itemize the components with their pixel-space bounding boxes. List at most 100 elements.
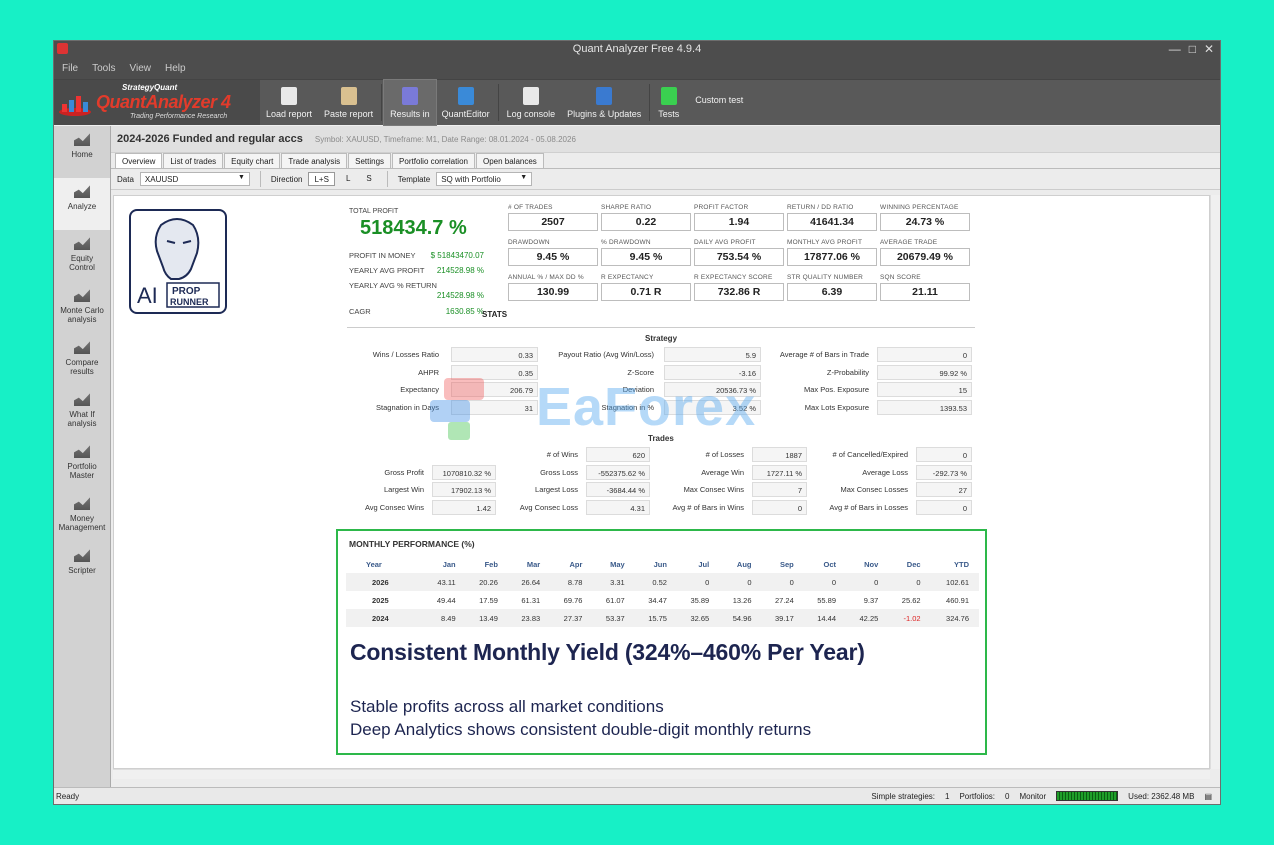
trade-value: 7 <box>752 482 807 497</box>
monthly-value: 15.75 <box>634 609 677 627</box>
kpi-winning-percentage: WINNING PERCENTAGE 24.73 % <box>880 204 970 231</box>
console-icon <box>522 87 539 105</box>
tab-overview[interactable]: Overview <box>115 153 163 168</box>
sidebar-item-money-management[interactable]: Money Management <box>54 490 110 542</box>
stat-value: 206.79 <box>451 382 538 397</box>
menu-file[interactable]: File <box>62 63 78 74</box>
sidebar-item-label: Portfolio Master <box>67 462 97 480</box>
tab-list-of-trades[interactable]: List of trades <box>163 153 224 168</box>
template-label: Template <box>397 174 431 184</box>
direction-s-button[interactable]: S <box>361 172 376 186</box>
horizontal-scrollbar[interactable] <box>113 769 1210 779</box>
quanteditor-button[interactable]: QuantEditor <box>436 80 496 125</box>
plugins-updates-button[interactable]: Plugins & Updates <box>561 80 647 125</box>
puzzle-icon <box>596 87 613 105</box>
trade-value: -552375.62 % <box>586 464 650 480</box>
trade-label: Average Loss <box>862 467 908 477</box>
toolbar: StrategyQuant QuantAnalyzer 4 Trading Pe… <box>54 79 1220 126</box>
monthly-value: 14.44 <box>803 609 847 627</box>
sidebar-item-portfolio-master[interactable]: Portfolio Master <box>54 438 110 490</box>
trade-label: Average Win <box>701 467 744 477</box>
paste-report-button[interactable]: Paste report <box>318 80 379 125</box>
kpi-value: 6.39 <box>787 283 877 301</box>
stat-label: Z-Score <box>627 367 654 377</box>
tab-open-balances[interactable]: Open balances <box>475 153 544 168</box>
monthly-value: 324.76 <box>930 609 979 627</box>
tab-trade-analysis[interactable]: Trade analysis <box>281 153 348 168</box>
monthly-value: 35.89 <box>690 595 710 605</box>
kpi-drawdown: DRAWDOWN 9.45 % <box>508 239 598 266</box>
close-button[interactable]: ✕ <box>1204 42 1214 56</box>
quantanalyzer-logo: StrategyQuant QuantAnalyzer 4 Trading Pe… <box>54 80 260 125</box>
logo-prop-text: PROP <box>172 286 201 297</box>
stat-value: 0 <box>877 347 972 362</box>
log-console-button[interactable]: Log console <box>501 80 562 125</box>
results-in-button[interactable]: Results in <box>383 79 437 126</box>
portfolio-icon <box>74 445 90 458</box>
load-report-button[interactable]: Load report <box>260 80 318 125</box>
tests-button[interactable]: Tests <box>652 80 685 125</box>
menu-tools[interactable]: Tools <box>92 63 115 74</box>
maximize-button[interactable]: □ <box>1189 42 1196 56</box>
tab-settings[interactable]: Settings <box>348 153 392 168</box>
kpi-label: SQN SCORE <box>880 274 921 281</box>
kpi-label: SHARPE RATIO <box>601 204 652 211</box>
sidebar-item-home[interactable]: Home <box>54 126 110 178</box>
kpi-value: 20679.49 % <box>880 248 970 266</box>
sidebar-item-analyze[interactable]: Analyze <box>54 178 110 230</box>
tab-portfolio-correlation[interactable]: Portfolio correlation <box>392 153 475 168</box>
toolbar-separator <box>497 84 499 121</box>
stat-label: Stagnation in % <box>601 402 654 412</box>
template-select[interactable]: SQ with Portfolio ▼ <box>436 172 533 186</box>
trade-value: 1070810.32 % <box>432 464 496 480</box>
menu-help[interactable]: Help <box>165 63 186 74</box>
sidebar-item-scripter[interactable]: Scripter <box>54 542 110 594</box>
monthly-header-aug: Aug <box>736 559 752 569</box>
filter-bar: Data XAUUSD ▼ Direction L+S L S Template … <box>111 169 1220 190</box>
kpi-sharpe-ratio: SHARPE RATIO 0.22 <box>601 204 691 231</box>
sidebar-item-monte-carlo-analysis[interactable]: Monte Carlo analysis <box>54 282 110 334</box>
kpi-of-trades: # OF TRADES 2507 <box>508 204 598 231</box>
monthly-value: 27.37 <box>550 609 593 627</box>
monthly-value: 34.47 <box>648 595 667 605</box>
data-select[interactable]: XAUUSD ▼ <box>139 172 250 186</box>
stat-value: 31 <box>451 399 538 415</box>
monthly-value: 9.37 <box>863 595 879 605</box>
trade-label: Avg # of Bars in Wins <box>672 502 744 512</box>
trade-label: Gross Loss <box>540 467 578 477</box>
sidebar-item-what-if-analysis[interactable]: What If analysis <box>54 386 110 438</box>
trade-value: 1887 <box>752 447 807 462</box>
analyze-icon <box>74 185 90 198</box>
kpi-value: 0.71 R <box>601 283 691 301</box>
overview-panel: AI PROP RUNNER TOTAL PROFIT 518434.7 % P… <box>113 195 1210 769</box>
menu-bar: File Tools View Help <box>54 58 1220 79</box>
robot-head-icon: AI PROP RUNNER <box>137 218 220 308</box>
headline: Consistent Monthly Yield (324%–460% Per … <box>350 639 865 665</box>
sidebar-item-compare-results[interactable]: Compare results <box>54 334 110 386</box>
custom-test-button[interactable]: Custom test <box>685 80 749 125</box>
sidebar-item-equity-control[interactable]: Equity Control <box>54 230 110 282</box>
profit-in-money-value: $ 51843470.07 <box>430 251 484 260</box>
yearly-avg-return-value: 214528.98 % <box>436 291 484 300</box>
gc-icon[interactable]: ▤ <box>1204 792 1212 801</box>
stat-value: 1393.53 <box>877 399 972 415</box>
toolbar-label: Load report <box>266 109 313 119</box>
stat-value: 0.35 <box>451 364 538 380</box>
status-bar: Ready Simple strategies: 1 Portfolios: 0… <box>54 787 1220 804</box>
kpi-label: R EXPECTANCY SCORE <box>694 274 773 281</box>
logo-ai-text: AI <box>137 283 158 308</box>
direction-ls-button[interactable]: L+S <box>308 172 335 186</box>
minimize-button[interactable]: — <box>1169 42 1181 56</box>
trade-label: Largest Loss <box>535 485 578 494</box>
menu-view[interactable]: View <box>129 63 151 74</box>
monthly-value: 0 <box>719 573 762 591</box>
tab-equity-chart[interactable]: Equity chart <box>224 153 281 168</box>
logo-subtitle: Trading Performance Research <box>130 113 228 120</box>
direction-l-button[interactable]: L <box>341 172 355 186</box>
vertical-scrollbar[interactable] <box>1210 195 1220 769</box>
stats-title: STATS <box>482 310 508 319</box>
monthly-header-year: Year <box>366 559 382 569</box>
data-label: Data <box>117 174 134 184</box>
trade-label: Avg # of Bars in Losses <box>829 502 908 512</box>
trade-value: 0 <box>916 447 972 462</box>
